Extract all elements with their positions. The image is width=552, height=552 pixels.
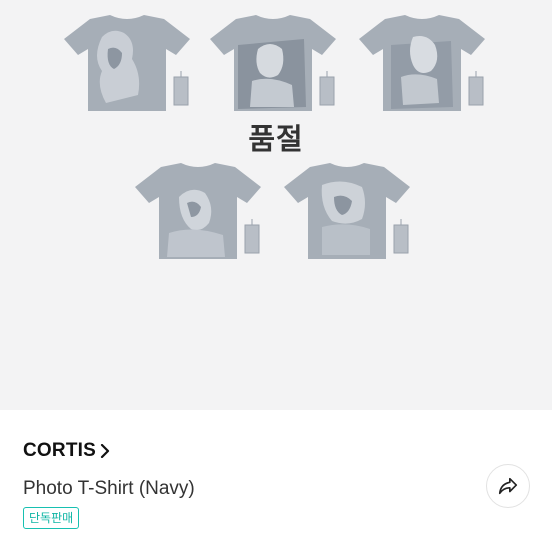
tshirt-graphic	[135, 163, 261, 259]
brand-link[interactable]: CORTIS	[23, 440, 110, 462]
tshirt-graphic	[210, 15, 336, 111]
exclusive-badge: 단독판매	[23, 507, 80, 529]
product-image-area[interactable]: 품절	[0, 0, 552, 410]
chevron-right-icon[interactable]	[100, 444, 110, 458]
tshirt-graphic	[284, 163, 410, 259]
tshirt-graphic	[359, 15, 485, 111]
brand-name[interactable]: CORTIS	[23, 440, 96, 462]
product-image-shirt-4	[133, 163, 263, 263]
product-info: CORTIS Photo T-Shirt (Navy) 단독판매	[0, 410, 552, 552]
product-image-shirt-2	[208, 15, 338, 115]
product-image-shirt-1	[62, 15, 192, 115]
product-title: Photo T-Shirt (Navy)	[23, 478, 195, 499]
share-button[interactable]	[486, 464, 530, 508]
product-image-shirt-3	[357, 15, 487, 115]
tshirt-graphic	[64, 15, 190, 111]
product-image-shirt-5	[282, 163, 412, 263]
share-icon	[498, 477, 518, 495]
soldout-label: 품절	[248, 122, 304, 156]
